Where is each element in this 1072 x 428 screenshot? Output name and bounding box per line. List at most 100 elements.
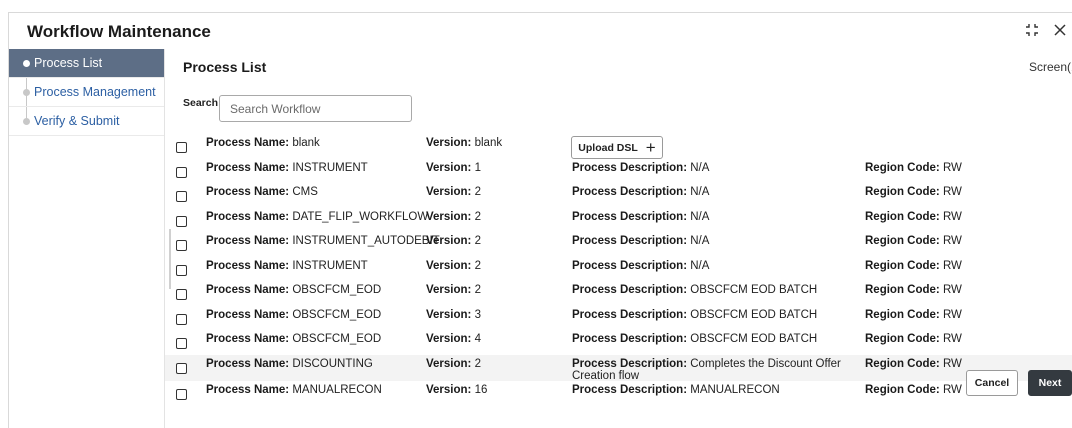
search-input[interactable] (219, 95, 412, 122)
table-row[interactable]: Process Name: DATE_FLIP_WORKFLOW Version:… (165, 208, 1072, 233)
row-checkbox[interactable] (176, 264, 187, 276)
process-version: Version: blank (426, 137, 502, 149)
collapse-icon[interactable] (1023, 21, 1041, 39)
step-dot-icon (23, 60, 30, 67)
process-description-value: OBSCFCM EOD BATCH (690, 333, 818, 345)
row-checkbox[interactable] (176, 362, 187, 374)
process-version-value: 2 (474, 259, 481, 272)
sidebar-step-verify-submit[interactable]: Verify & Submit (9, 107, 164, 136)
window-controls (1023, 21, 1069, 39)
row-checkbox[interactable] (176, 215, 187, 227)
row-checkbox[interactable] (176, 289, 187, 300)
sidebar-step-label: Process List (34, 56, 103, 70)
row-checkbox[interactable] (176, 313, 187, 325)
process-description: Process Description: MANUALRECON (572, 384, 780, 396)
process-name: Process Name: INSTRUMENT (206, 260, 368, 272)
process-region-value: RW (942, 161, 962, 174)
search-label: Search: (183, 97, 222, 109)
process-region: Region Code: RW (865, 260, 962, 272)
process-region: Region Code: RW (865, 284, 962, 296)
next-button[interactable]: Next (1028, 370, 1072, 396)
row-checkbox[interactable] (176, 142, 187, 153)
row-checkbox[interactable] (176, 191, 187, 202)
table-row[interactable]: Process Name: CMS Version: 2 Process Descr… (165, 183, 1072, 208)
plus-icon: + (645, 137, 656, 157)
row-checkbox[interactable] (176, 166, 187, 178)
table-row[interactable]: Process Name: INSTRUMENT_AUTODEBIT Versio… (165, 232, 1072, 257)
process-region-value: RW (942, 308, 962, 321)
process-name-value: INSTRUMENT (292, 161, 368, 174)
process-name-label: Process Name: (206, 333, 290, 345)
process-version-value: 2 (474, 357, 481, 370)
step-dot-icon (23, 89, 30, 96)
process-version-label: Version: (426, 308, 472, 321)
table-row[interactable]: Process Name: OBSCFCM_EOD Version: 4 Proce… (165, 330, 1072, 355)
process-description: Process Description: N/A (572, 162, 709, 174)
process-version: Version: 2 (426, 284, 481, 296)
table-row[interactable]: Process Name: INSTRUMENT Version: 1 Proces… (165, 159, 1072, 184)
process-region-label: Region Code: (865, 333, 940, 345)
process-region-value: RW (942, 357, 962, 370)
table-row[interactable]: Process Name: blank Version: blank Upload … (165, 134, 1072, 159)
process-version-label: Version: (426, 284, 472, 296)
step-dot-icon (23, 118, 30, 125)
process-description: Process Description: OBSCFCM EOD BATCH (572, 333, 817, 345)
process-description-value: N/A (690, 186, 710, 198)
row-checkbox[interactable] (176, 338, 187, 349)
process-name: Process Name: blank (206, 137, 320, 149)
table-row[interactable]: Process Name: INSTRUMENT Version: 2 Proces… (165, 257, 1072, 282)
row-checkbox[interactable] (176, 388, 187, 400)
process-region-value: RW (942, 383, 962, 396)
process-version-label: Version: (426, 235, 472, 247)
process-name-label: Process Name: (206, 284, 290, 296)
process-name-value: DISCOUNTING (292, 357, 373, 370)
cancel-button[interactable]: Cancel (966, 370, 1018, 396)
step-sidebar: Process List Process Management Verify & S… (9, 49, 165, 428)
process-name: Process Name: MANUALRECON (206, 384, 382, 396)
process-version: Version: 16 (426, 384, 487, 396)
process-name: Process Name: INSTRUMENT (206, 162, 368, 174)
process-name: Process Name: CMS (206, 186, 318, 198)
process-version-value: 3 (474, 308, 481, 321)
process-name-value: OBSCFCM_EOD (292, 333, 382, 345)
sidebar-step-process-management[interactable]: Process Management (9, 78, 164, 107)
process-version-label: Version: (426, 210, 472, 223)
process-version-value: 2 (474, 186, 481, 198)
window-title: Workflow Maintenance (27, 22, 211, 41)
table-row[interactable]: Process Name: MANUALRECON Version: 16 Proc… (165, 381, 1072, 406)
close-icon[interactable] (1051, 21, 1069, 39)
process-version-label: Version: (426, 137, 472, 149)
process-description-value: MANUALRECON (690, 383, 780, 396)
process-name: Process Name: OBSCFCM_EOD (206, 309, 381, 321)
process-name-label: Process Name: (206, 210, 290, 223)
process-version-value: 4 (474, 333, 481, 345)
process-name-value: OBSCFCM_EOD (292, 284, 382, 296)
process-version-label: Version: (426, 161, 472, 174)
process-region: Region Code: RW (865, 162, 962, 174)
upload-dsl-button[interactable]: Upload DSL + (571, 136, 663, 159)
process-name-value: OBSCFCM_EOD (292, 308, 382, 321)
process-region-label: Region Code: (865, 357, 940, 370)
sidebar-step-process-list[interactable]: Process List (9, 49, 164, 78)
process-name-value: DATE_FLIP_WORKFLOW (292, 210, 429, 223)
process-description-value: N/A (690, 210, 710, 223)
process-region: Region Code: RW (865, 186, 962, 198)
table-row[interactable]: Process Name: OBSCFCM_EOD Version: 3 Proce… (165, 306, 1072, 331)
table-row[interactable]: Process Name: DISCOUNTING Version: 2 Proce… (165, 354, 1072, 382)
process-name-value: blank (292, 137, 320, 149)
process-description-value: OBSCFCM EOD BATCH (690, 284, 818, 296)
screen-indicator: Screen(1/3) (1029, 60, 1072, 74)
process-name-value: MANUALRECON (292, 383, 382, 396)
process-name-label: Process Name: (206, 383, 290, 396)
process-version-label: Version: (426, 357, 472, 370)
process-region: Region Code: RW (865, 384, 962, 396)
table-row[interactable]: Process Name: OBSCFCM_EOD Version: 2 Proce… (165, 281, 1072, 306)
process-region: Region Code: RW (865, 211, 962, 223)
process-region-value: RW (942, 210, 962, 223)
process-version: Version: 2 (426, 211, 481, 223)
process-version-value: 16 (474, 383, 488, 396)
row-checkbox[interactable] (176, 240, 187, 251)
process-name-label: Process Name: (206, 161, 290, 174)
process-description: Process Description: Completes the Disco… (572, 358, 868, 382)
process-region-value: RW (942, 186, 962, 198)
